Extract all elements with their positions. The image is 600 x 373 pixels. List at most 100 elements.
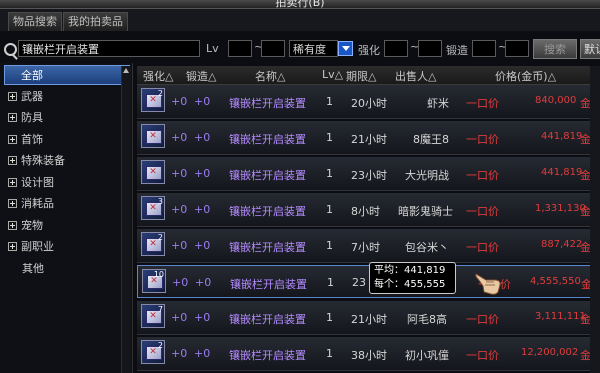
search-row: 镶嵌栏开启装置 Lv ~ 稀有度 强化 ~ 锻造 ~ 搜索 默认 xyxy=(0,38,600,62)
expand-icon[interactable] xyxy=(8,91,17,101)
price-tooltip: 平均：441,819 每个：455,555 xyxy=(369,262,456,294)
seller-name: 虾米 xyxy=(427,97,449,110)
lv-max-input[interactable] xyxy=(261,40,285,57)
item-level: 1 xyxy=(326,95,333,108)
category-label: 消耗品 xyxy=(21,197,54,210)
header-lv[interactable]: Lv△ xyxy=(322,68,343,81)
category-label: 特殊装备 xyxy=(21,154,65,167)
time-remaining: 20小时 xyxy=(351,97,387,110)
category-label: 副职业 xyxy=(21,240,54,253)
expand-icon[interactable] xyxy=(8,112,17,122)
seller-name: 初小巩僮 xyxy=(405,349,449,362)
enhance-label: 强化 xyxy=(358,44,380,57)
time-remaining: 7小时 xyxy=(351,241,380,254)
enhance-value: +0 xyxy=(171,95,188,108)
sidebar-scrollbar[interactable] xyxy=(121,66,131,373)
enhance-value: +0 xyxy=(171,131,188,144)
category-consumables[interactable]: 消耗品 xyxy=(4,194,130,214)
rarity-select[interactable]: 稀有度 xyxy=(289,40,338,57)
price-value: 887,422 xyxy=(541,239,583,250)
category-special-equipment[interactable]: 特殊装备 xyxy=(4,151,130,171)
expand-icon[interactable] xyxy=(8,198,17,208)
category-label: 其他 xyxy=(22,262,44,275)
header-seller[interactable]: 出售人△ xyxy=(395,68,436,84)
price-value: 4,555,550 xyxy=(530,276,581,287)
buyout-label: 一口价 xyxy=(466,241,499,254)
category-label: 武器 xyxy=(21,90,43,103)
forge-value: +0 xyxy=(194,347,211,360)
table-row[interactable]: ✕ +0 +0 镶嵌栏开启装置 1 23小时 大光明战 一口价 441,819 … xyxy=(137,157,600,191)
expand-icon[interactable] xyxy=(8,155,17,165)
header-name[interactable]: 名称△ xyxy=(255,68,285,84)
lv-min-input[interactable] xyxy=(228,40,252,57)
seller-name: 阿毛8高 xyxy=(407,313,447,326)
expand-icon[interactable] xyxy=(8,220,17,230)
forge-max-input[interactable] xyxy=(505,40,529,57)
expand-icon[interactable] xyxy=(8,134,17,144)
category-all[interactable]: 全部 xyxy=(4,65,130,85)
time-remaining: 21小时 xyxy=(351,133,387,146)
item-name: 镶嵌栏开启装置 xyxy=(229,97,306,110)
item-quantity: 10 xyxy=(153,270,164,279)
table-row[interactable]: ✕ 2 +0 +0 镶嵌栏开启装置 1 38小时 初小巩僮 一口价 12,200,… xyxy=(137,337,600,371)
seller-name: 包谷米丶 xyxy=(405,241,449,254)
time-remaining: 38小时 xyxy=(351,349,387,362)
price-value: 3,111,111 xyxy=(535,311,586,322)
category-armor[interactable]: 防具 xyxy=(4,108,130,128)
table-row[interactable]: ✕ +0 +0 镶嵌栏开启装置 1 21小时 8魔王8 一口价 441,819 … xyxy=(137,121,600,155)
rarity-dropdown-arrow-icon[interactable] xyxy=(338,41,353,56)
category-weapons[interactable]: 武器 xyxy=(4,87,130,107)
forge-value: +0 xyxy=(194,239,211,252)
header-enhance[interactable]: 强化△ xyxy=(143,68,173,84)
enhance-min-input[interactable] xyxy=(384,40,408,57)
item-quantity: 2 xyxy=(157,341,163,350)
scroll-up-icon[interactable] xyxy=(123,68,129,73)
table-row[interactable]: ✕ 3 +0 +0 镶嵌栏开启装置 1 8小时 暗影鬼骑士 一口价 1,331,1… xyxy=(137,193,600,227)
item-name: 镶嵌栏开启装置 xyxy=(229,205,306,218)
price-value: 12,200,002 xyxy=(521,347,579,358)
category-label: 宠物 xyxy=(21,219,43,232)
item-name: 镶嵌栏开启装置 xyxy=(229,241,306,254)
enhance-value: +0 xyxy=(171,311,188,324)
expand-icon[interactable] xyxy=(8,177,17,187)
item-quantity: 3 xyxy=(157,197,163,206)
category-sub-profession[interactable]: 副职业 xyxy=(4,237,130,257)
enhance-value: +0 xyxy=(171,167,188,180)
forge-min-input[interactable] xyxy=(472,40,496,57)
default-button[interactable]: 默认 xyxy=(580,39,600,59)
forge-value: +0 xyxy=(194,95,211,108)
tab-item-search[interactable]: 物品搜索 xyxy=(8,12,62,31)
search-button[interactable]: 搜索 xyxy=(533,39,577,59)
item-level: 1 xyxy=(326,347,333,360)
price-value: 840,000 xyxy=(535,95,577,106)
table-row[interactable]: ✕ 2 +0 +0 镶嵌栏开启装置 1 7小时 包谷米丶 一口价 887,422 … xyxy=(137,229,600,263)
header-forge[interactable]: 锻造△ xyxy=(186,68,216,84)
category-other[interactable]: 其他 xyxy=(4,259,130,279)
buyout-label: 一口价 xyxy=(466,169,499,182)
socket-device-item-icon: ✕ 7 xyxy=(141,304,165,328)
category-jewelry[interactable]: 首饰 xyxy=(4,130,130,150)
category-blueprints[interactable]: 设计图 xyxy=(4,173,130,193)
search-input[interactable]: 镶嵌栏开启装置 xyxy=(18,40,200,57)
item-level: 1 xyxy=(326,203,333,216)
buyout-label: 一口价 xyxy=(466,97,499,110)
enhance-max-input[interactable] xyxy=(418,40,442,57)
category-sidebar: 全部 武器 防具 首饰 特殊装备 设计图 消耗品 宠物 副职业 其他 xyxy=(0,63,133,373)
item-level: 1 xyxy=(326,311,333,324)
unit-price-label: 每个： xyxy=(374,279,404,290)
list-scrollbar[interactable] xyxy=(590,66,600,373)
tab-my-auctions[interactable]: 我的拍卖品 xyxy=(63,12,128,31)
expand-icon[interactable] xyxy=(8,241,17,251)
price-value: 441,819 xyxy=(541,131,583,142)
item-name: 镶嵌栏开启装置 xyxy=(229,349,306,362)
buyout-label: 一口价 xyxy=(466,205,499,218)
category-pets[interactable]: 宠物 xyxy=(4,216,130,236)
header-price[interactable]: 价格(金币)△ xyxy=(495,68,556,84)
table-row[interactable]: ✕2 +0 +0 镶嵌栏开启装置 1 20小时 虾米 一口价 840,000 金… xyxy=(137,85,600,119)
socket-device-item-icon: ✕ 2 xyxy=(141,88,165,112)
search-icon xyxy=(4,43,17,56)
window-title: 拍卖行(B) xyxy=(275,0,325,9)
table-row[interactable]: ✕ 7 +0 +0 镶嵌栏开启装置 1 21小时 阿毛8高 一口价 3,111,1… xyxy=(137,301,600,335)
header-period[interactable]: 期限△ xyxy=(346,68,376,84)
category-label: 全部 xyxy=(21,69,43,82)
